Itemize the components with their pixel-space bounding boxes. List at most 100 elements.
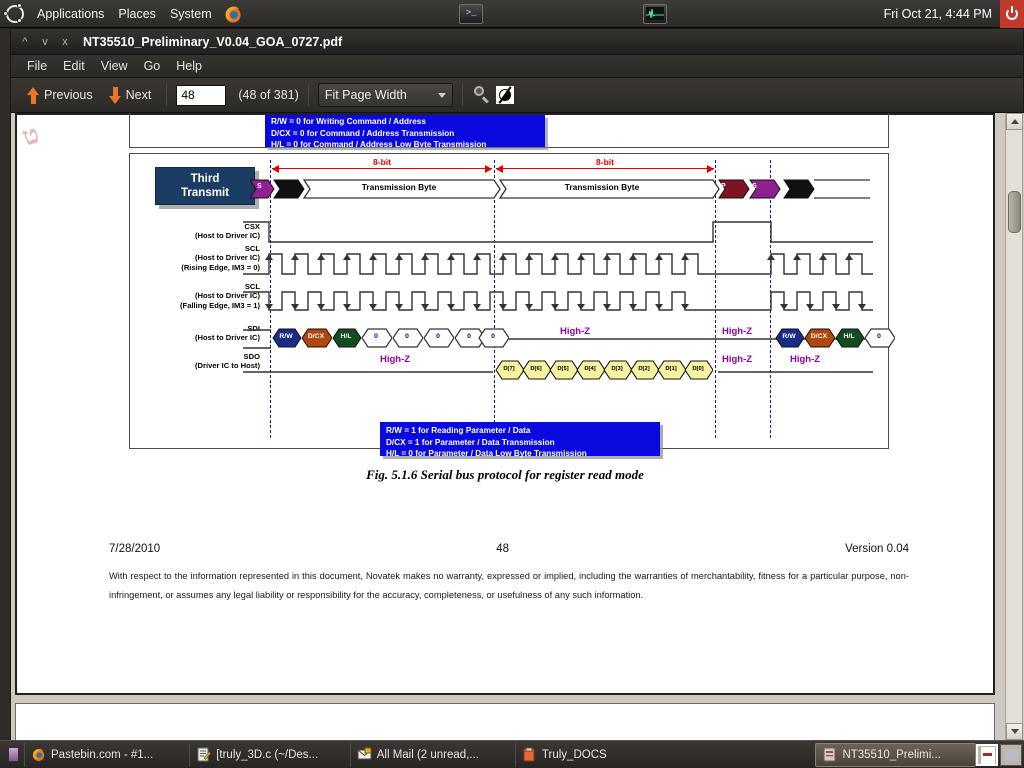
taskbar-item-allmail-label: All Mail (2 unread,... [376, 748, 479, 761]
power-icon[interactable] [1000, 0, 1024, 28]
sdi2-bit-3: 0 [863, 328, 895, 348]
ubuntu-logo-icon[interactable] [3, 2, 26, 25]
bit-span-2-label: 8-bit [596, 157, 614, 167]
window-menubar: File Edit View Go Help [11, 55, 1023, 78]
menubar-view[interactable]: View [93, 57, 136, 75]
row-label-sdi: SDI (Host to Driver IC) [140, 324, 260, 343]
folder-icon [522, 747, 537, 762]
scroll-down-button[interactable] [1006, 723, 1023, 740]
figure-caption: Fig. 5.1.6 Serial bus protocol for regis… [366, 467, 644, 482]
page-number-input[interactable] [176, 84, 227, 106]
next-page-button[interactable]: Next [103, 84, 158, 107]
document-scrollport[interactable]: ט R/W = 0 for Writing Command / Address … [13, 113, 1003, 740]
footer-disclaimer: With respect to the information represen… [109, 571, 909, 600]
previous-page-label: Previous [44, 88, 93, 102]
pdf-page-48: ט R/W = 0 for Writing Command / Address … [15, 113, 995, 695]
system-monitor-icon[interactable] [643, 3, 668, 24]
magnifier-icon[interactable] [472, 85, 492, 105]
legend-bottom-line-2: D/CX = 1 for Parameter / Data Transmissi… [386, 437, 555, 447]
legend-box-bottom: R/W = 1 for Reading Parameter / Data D/C… [380, 422, 660, 458]
row-label-csx-name: CSX [244, 222, 260, 231]
row-label-scl2-sub2: (Falling Edge, IM3 = 1) [180, 300, 260, 310]
workspace-switcher[interactable] [976, 743, 1022, 766]
menu-system[interactable]: System [163, 3, 219, 25]
next-page-label: Next [125, 88, 152, 102]
row-label-sdi-sub: (Host to Driver IC) [195, 333, 260, 343]
mail-icon [357, 747, 372, 762]
taskbar-item-nt35510-pdf[interactable]: NT35510_Prelimi... [815, 742, 976, 767]
third-transmit-badge: Third Transmit [155, 167, 255, 205]
pdf-viewer-window: ^ v x NT35510_Preliminary_V0.04_GOA_0727… [10, 28, 1024, 740]
text-editor-icon [196, 747, 212, 762]
window-maximize-button[interactable]: v [35, 33, 55, 51]
taskbar-item-truly3d[interactable]: [truly_3D.c (~/Des... [189, 742, 350, 767]
zoom-level-label: Fit Page Width [324, 88, 407, 102]
sdo-bit-d3: D[3] [602, 360, 632, 380]
toolbar-separator-2 [307, 84, 309, 106]
sdi-bit-7: 0 [477, 328, 509, 348]
arrow-down-icon [108, 86, 122, 104]
zoom-level-select[interactable]: Fit Page Width [317, 83, 453, 107]
toolbar-separator-3 [461, 84, 463, 106]
legend-top-line-3: H/L = 0 for Command / Address Low Byte T… [271, 140, 487, 147]
sdo-bit-d2: D[2] [629, 360, 659, 380]
start-marker-2: S [752, 183, 757, 190]
show-desktop-icon[interactable] [2, 743, 24, 767]
legend-top-line-2: D/CX = 0 for Command / Address Transmiss… [271, 128, 455, 138]
taskbar-item-nt35510-pdf-label: NT35510_Prelimi... [842, 748, 941, 761]
sdi2-bit-hl: H/L [834, 328, 864, 348]
workspace-1[interactable] [976, 743, 998, 766]
window-title: NT35510_Preliminary_V0.04_GOA_0727.pdf [83, 34, 343, 49]
scroll-up-button[interactable] [1006, 113, 1023, 130]
taskbar-item-trulydocs[interactable]: Truly_DOCS [514, 742, 676, 767]
pdf-viewer-icon [822, 747, 837, 762]
workspace-2[interactable] [1000, 743, 1022, 766]
taskbar-item-pastebin-label: Pastebin.com - #1... [51, 748, 154, 761]
row-label-csx: CSX (Host to Driver IC) [140, 222, 260, 241]
bit-span-1-label: 8-bit [373, 157, 391, 167]
footer-date: 7/28/2010 [109, 543, 161, 555]
legend-box-top: R/W = 0 for Writing Command / Address D/… [265, 115, 545, 147]
waveform-glyph [646, 7, 665, 20]
sdo-bit-d5: D[5] [548, 360, 578, 380]
pdf-page-49-partial [15, 703, 995, 740]
row-label-scl-rising: SCL (Host to Driver IC) (Rising Edge, IM… [140, 244, 260, 272]
menu-places[interactable]: Places [111, 3, 163, 25]
arrow-up-icon [27, 86, 40, 104]
vertical-scrollbar[interactable] [1005, 113, 1023, 740]
taskbar-item-allmail[interactable]: All Mail (2 unread,... [349, 742, 515, 767]
menubar-file[interactable]: File [19, 57, 55, 75]
bottom-taskbar: Pastebin.com - #1... [truly_3D.c (~/Des.… [0, 740, 1024, 768]
terminal-launcher-icon[interactable]: >_ [459, 3, 484, 24]
watermark-text: ט [18, 119, 43, 152]
row-label-scl1-sub2: (Rising Edge, IM3 = 0) [181, 262, 260, 272]
window-minimize-button[interactable]: ^ [15, 33, 35, 51]
highz-sdi-2: High-Z [722, 326, 753, 337]
firefox-icon[interactable] [223, 4, 243, 24]
sdi-bit-5: 0 [422, 328, 454, 348]
menubar-go[interactable]: Go [136, 57, 169, 75]
footer-page-number: 48 [496, 543, 510, 555]
legend-top-line-1: R/W = 0 for Writing Command / Address [271, 117, 426, 126]
scrollbar-thumb[interactable] [1008, 191, 1021, 233]
row-label-scl2-name: SCL [244, 282, 260, 291]
menu-applications[interactable]: Applications [30, 3, 111, 25]
document-view: ט R/W = 0 for Writing Command / Address … [11, 113, 1024, 740]
row-label-sdo-sub: (Driver IC to Host) [195, 361, 260, 371]
sdo-bit-d7: D[7] [494, 360, 524, 380]
row-label-scl1-name: SCL [244, 244, 260, 253]
sdo-bit-d1: D[1] [656, 360, 686, 380]
invert-colors-icon[interactable] [495, 86, 514, 104]
sdi2-bit-dcx: D/CX [803, 328, 835, 348]
window-toolbar: Previous Next (48 of 381) Fit Page Width [11, 78, 1023, 113]
window-close-button[interactable]: x [55, 33, 75, 51]
row-label-scl1-sub1: (Host to Driver IC) [195, 253, 260, 263]
byte-label-1: Transmission Byte [361, 182, 437, 192]
screen: Applications Places System >_ Fri Oct 21… [0, 0, 1024, 768]
menubar-edit[interactable]: Edit [55, 57, 93, 75]
start-marker-1: S [257, 183, 262, 190]
previous-page-button[interactable]: Previous [21, 84, 99, 107]
panel-clock[interactable]: Fri Oct 21, 4:44 PM [884, 7, 1000, 21]
taskbar-item-pastebin[interactable]: Pastebin.com - #1... [24, 742, 189, 767]
menubar-help[interactable]: Help [168, 57, 210, 75]
